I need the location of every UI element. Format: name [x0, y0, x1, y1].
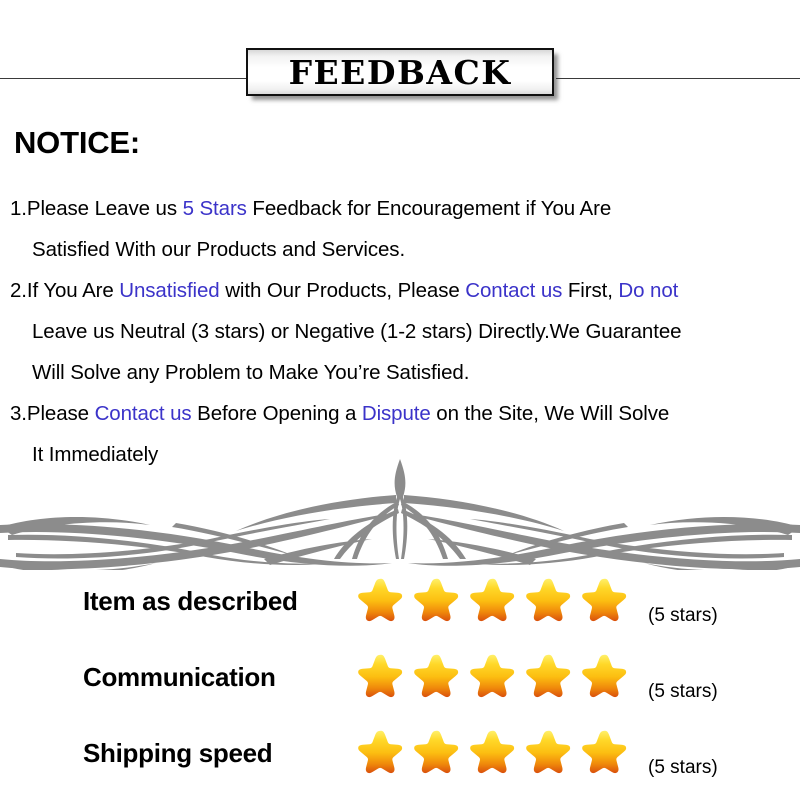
notice-text: 3.Please	[10, 402, 95, 425]
rating-count-label: (5 stars)	[648, 681, 718, 702]
notice-text: Will Solve any Problem to Make You’re Sa…	[32, 361, 470, 384]
notice-highlight-text: Contact us	[94, 402, 192, 425]
star-icon	[414, 578, 459, 622]
rating-row: Communication (5 stars)	[0, 648, 800, 724]
notice-item-1-line-2: Satisfied With our Products and Services…	[10, 229, 800, 270]
notice-highlight-text: Contact us	[465, 279, 563, 302]
rating-label: Item as described	[83, 586, 298, 616]
ratings-section: Item as described (5 stars) Communication (…	[0, 572, 800, 800]
star-icon	[526, 654, 571, 698]
star-icon	[470, 730, 515, 774]
notice-list: 1.Please Leave us 5 Stars Feedback for E…	[10, 188, 800, 475]
rating-row: Item as described (5 stars)	[0, 572, 800, 648]
star-icon	[526, 730, 571, 774]
star-icon	[582, 578, 627, 622]
star-icon	[582, 654, 627, 698]
notice-text: Before Opening a	[191, 402, 362, 425]
feedback-header-banner: FEEDBACK	[0, 40, 800, 106]
notice-text: on the Site, We Will Solve	[430, 402, 670, 425]
rating-label: Communication	[83, 662, 276, 692]
star-icon	[470, 578, 515, 622]
notice-text: Feedback for Encouragement if You Are	[246, 197, 612, 220]
rating-count-label: (5 stars)	[648, 605, 718, 626]
header-rule-left	[0, 78, 248, 79]
star-icon	[358, 578, 403, 622]
ornament-divider	[0, 455, 800, 574]
header-rule-right	[556, 78, 800, 79]
notice-text: First,	[562, 279, 619, 302]
notice-text: Leave us Neutral (3 stars) or Negative (…	[32, 320, 682, 343]
star-rating[interactable]	[357, 728, 629, 776]
star-icon	[526, 578, 571, 622]
notice-item-1-line-1: 1.Please Leave us 5 Stars Feedback for E…	[10, 188, 800, 229]
star-icon	[582, 730, 627, 774]
star-rating[interactable]	[357, 576, 629, 624]
star-rating[interactable]	[357, 652, 629, 700]
notice-highlight-text: Unsatisfied	[119, 279, 220, 302]
notice-text: with Our Products, Please	[219, 279, 466, 302]
notice-text: Satisfied With our Products and Services…	[32, 238, 406, 261]
notice-heading: NOTICE:	[14, 125, 141, 160]
notice-text: 1.Please Leave us	[10, 197, 183, 220]
star-icon	[358, 654, 403, 698]
notice-item-2-line-3: Will Solve any Problem to Make You’re Sa…	[10, 352, 800, 393]
notice-highlight-text: Dispute	[361, 402, 431, 425]
star-icon	[358, 730, 403, 774]
rating-label: Shipping speed	[83, 738, 273, 768]
notice-item-3-line-1: 3.Please Contact us Before Opening a Dis…	[10, 393, 800, 434]
rating-count-label: (5 stars)	[648, 757, 718, 778]
star-icon	[414, 654, 459, 698]
feedback-title: FEEDBACK	[288, 52, 512, 92]
notice-text: 2.If You Are	[10, 279, 120, 302]
ornament-flourish-icon	[0, 459, 800, 574]
notice-item-2-line-1: 2.If You Are Unsatisfied with Our Produc…	[10, 270, 800, 311]
notice-item-2-line-2: Leave us Neutral (3 stars) or Negative (…	[10, 311, 800, 352]
rating-row: Shipping speed (5 stars)	[0, 724, 800, 800]
notice-highlight-text: Do not	[618, 279, 679, 302]
star-icon	[470, 654, 515, 698]
notice-highlight-text: 5 Stars	[182, 197, 247, 220]
star-icon	[414, 730, 459, 774]
